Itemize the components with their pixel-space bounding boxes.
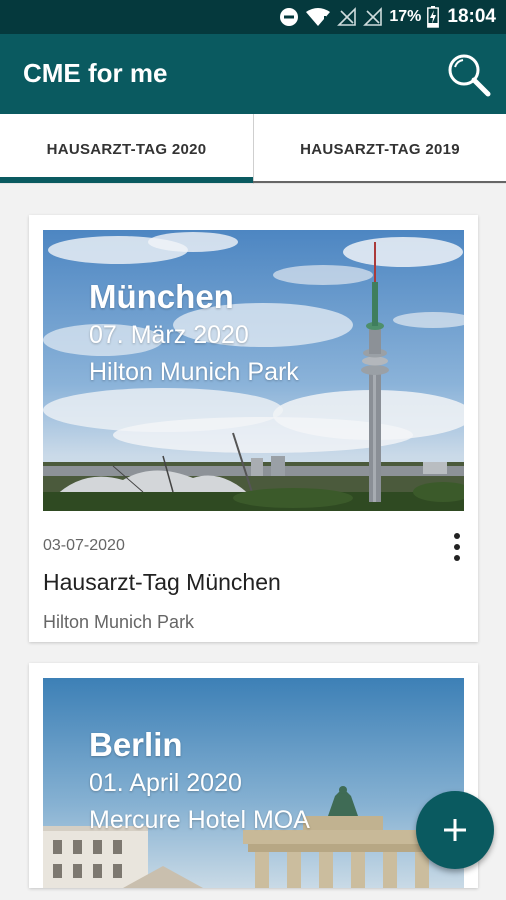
tab-selected-indicator — [0, 177, 253, 183]
tab-hausarzt-tag-2020[interactable]: HAUSARZT-TAG 2020 — [0, 114, 253, 184]
app-bar: CME for me — [0, 34, 506, 114]
battery-percent: 17% — [389, 8, 422, 25]
event-image-venue: Hilton Munich Park — [89, 358, 299, 386]
plus-icon — [444, 819, 466, 841]
search-icon — [448, 54, 491, 97]
status-icons: 17% 18:04 — [279, 6, 496, 28]
event-card[interactable]: München 07. März 2020 Hilton Munich Park… — [29, 215, 478, 642]
app-title: CME for me — [23, 58, 168, 88]
tab-hausarzt-tag-2019[interactable]: HAUSARZT-TAG 2019 — [253, 114, 506, 184]
event-card[interactable]: Berlin 01. April 2020 Mercure Hotel MOA — [29, 663, 478, 888]
event-venue: Hilton Munich Park — [43, 612, 195, 632]
event-image-berlin: Berlin 01. April 2020 Mercure Hotel MOA — [43, 678, 464, 888]
do-not-disturb-icon — [279, 7, 299, 27]
event-image-city: Berlin — [89, 726, 183, 763]
more-options-button[interactable] — [449, 530, 465, 564]
status-bar: 17% 18:04 — [0, 0, 506, 34]
no-signal-icon — [337, 7, 357, 27]
event-image-city: München — [89, 278, 234, 315]
add-fab-button[interactable] — [416, 791, 494, 869]
clock: 18:04 — [447, 6, 496, 27]
event-image-date: 07. März 2020 — [89, 321, 249, 349]
search-button[interactable] — [446, 52, 492, 98]
tab-divider-line — [253, 181, 506, 183]
event-date: 03-07-2020 — [43, 537, 125, 554]
no-signal-icon — [363, 7, 383, 27]
wifi-icon — [305, 7, 331, 27]
battery-charging-icon — [427, 6, 440, 28]
event-image-munich: München 07. März 2020 Hilton Munich Park — [43, 230, 464, 511]
event-image-venue: Mercure Hotel MOA — [89, 806, 310, 834]
tab-bar: HAUSARZT-TAG 2020 HAUSARZT-TAG 2019 — [0, 114, 506, 184]
more-vert-icon — [454, 533, 460, 539]
event-title: Hausarzt-Tag München — [43, 569, 281, 595]
event-image-date: 01. April 2020 — [89, 769, 242, 797]
